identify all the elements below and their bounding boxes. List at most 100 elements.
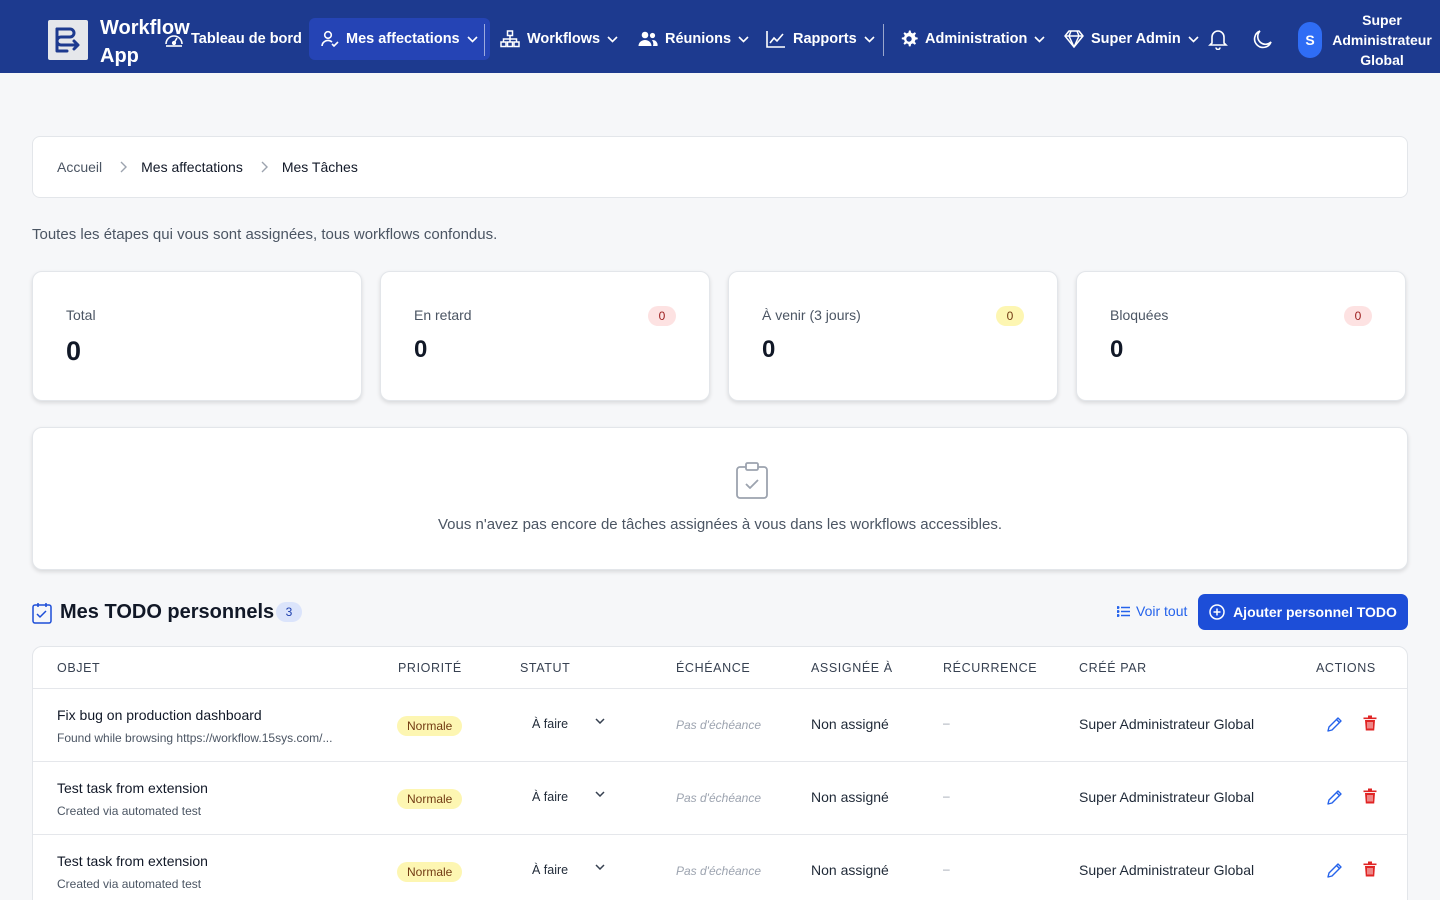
chevron-down-icon[interactable] <box>595 864 605 870</box>
todo-title[interactable]: Test task from extension <box>57 853 208 869</box>
todo-subtitle: Found while browsing https://workflow.15… <box>57 731 333 745</box>
top-navbar: Workflow App Tableau de bord Mes affecta… <box>0 0 1440 73</box>
chevron-down-icon <box>607 35 618 43</box>
trash-icon[interactable] <box>1363 715 1377 731</box>
stat-label: Bloquées <box>1110 307 1169 323</box>
table-row[interactable]: Test task from extension Created via aut… <box>33 761 1407 834</box>
checklist-icon <box>32 603 52 624</box>
todo-subtitle: Created via automated test <box>57 804 202 818</box>
status-select[interactable]: À faire <box>532 863 568 877</box>
nav-dashboard[interactable]: Tableau de bord <box>152 18 314 60</box>
todo-table: OBJET PRIORITÉ STATUT ÉCHÉANCE ASSIGNÉE … <box>32 646 1408 900</box>
recurrence: – <box>943 716 950 730</box>
app-logo[interactable] <box>48 20 88 60</box>
column-header-priority[interactable]: PRIORITÉ <box>398 661 462 675</box>
priority-badge: Normale <box>397 789 463 809</box>
sitemap-icon <box>500 30 520 48</box>
see-all-link[interactable]: Voir tout <box>1117 603 1187 619</box>
avatar[interactable]: S <box>1298 22 1322 58</box>
chart-line-icon <box>766 31 785 48</box>
table-row[interactable]: Test task from extension Created via aut… <box>33 834 1407 900</box>
chevron-down-icon <box>864 35 875 43</box>
pencil-icon[interactable] <box>1327 789 1343 805</box>
page-subtitle: Toutes les étapes qui vous sont assignée… <box>32 226 498 243</box>
see-all-label: Voir tout <box>1136 603 1188 619</box>
table-row[interactable]: Fix bug on production dashboard Found wh… <box>33 688 1407 761</box>
assigned-to: Non assigné <box>811 789 889 805</box>
empty-tasks-panel: Vous n'avez pas encore de tâches assigné… <box>32 427 1408 570</box>
add-todo-button[interactable]: Ajouter personnel TODO <box>1198 594 1408 630</box>
stat-label: Total <box>66 307 96 323</box>
stat-value: 0 <box>762 336 776 363</box>
breadcrumb-home[interactable]: Accueil <box>57 159 102 175</box>
column-header-creator[interactable]: CRÉÉ PAR <box>1079 661 1147 675</box>
chevron-down-icon[interactable] <box>595 718 605 724</box>
nav-divider <box>883 24 884 56</box>
pencil-icon[interactable] <box>1327 716 1343 732</box>
chevron-right-icon <box>261 161 268 173</box>
column-header-due[interactable]: ÉCHÉANCE <box>676 661 750 675</box>
breadcrumb-assignments[interactable]: Mes affectations <box>141 159 243 175</box>
stat-value: 0 <box>1110 336 1124 363</box>
assigned-to: Non assigné <box>811 862 889 878</box>
priority-badge: Normale <box>397 862 463 882</box>
priority-badge: Normale <box>397 716 463 736</box>
nav-workflows[interactable]: Workflows <box>488 18 630 60</box>
stat-card-total: Total 0 <box>32 271 362 401</box>
moon-icon[interactable] <box>1252 28 1274 50</box>
empty-state-text: Vous n'avez pas encore de tâches assigné… <box>437 516 1002 533</box>
gear-icon <box>901 30 918 47</box>
workflow-logo-icon <box>55 27 80 53</box>
stat-card-upcoming: À venir (3 jours) 0 0 <box>728 271 1058 401</box>
user-name[interactable]: Super Administrateur Global <box>1330 10 1434 70</box>
nav-assignments-label: Mes affectations <box>346 31 460 47</box>
todo-count-badge: 3 <box>276 602 302 622</box>
stat-value: 0 <box>66 336 82 366</box>
diamond-icon <box>1064 30 1084 48</box>
column-header-recurrence[interactable]: RÉCURRENCE <box>943 661 1037 675</box>
stat-card-blocked: Bloquées 0 0 <box>1076 271 1406 401</box>
breadcrumb-current: Mes Tâches <box>281 159 358 175</box>
recurrence: – <box>943 789 950 803</box>
status-select[interactable]: À faire <box>532 790 568 804</box>
plus-circle-icon <box>1209 604 1225 620</box>
nav-super-admin[interactable]: Super Admin <box>1052 18 1211 60</box>
nav-divider <box>484 24 485 56</box>
due-date: Pas d'échéance <box>676 718 762 732</box>
nav-administration-label: Administration <box>925 31 1028 47</box>
stat-badge: 0 <box>648 306 676 326</box>
trash-icon[interactable] <box>1363 788 1377 804</box>
nav-meetings[interactable]: Réunions <box>626 18 761 60</box>
stat-badge: 0 <box>996 306 1024 326</box>
assigned-to: Non assigné <box>811 716 889 732</box>
column-header-actions: ACTIONS <box>1316 661 1376 675</box>
stat-value: 0 <box>414 336 428 363</box>
chevron-down-icon <box>1034 35 1045 43</box>
column-header-status[interactable]: STATUT <box>520 661 570 675</box>
stat-label: À venir (3 jours) <box>762 307 861 323</box>
nav-reports[interactable]: Rapports <box>754 18 887 60</box>
due-date: Pas d'échéance <box>676 864 762 878</box>
todo-title[interactable]: Fix bug on production dashboard <box>57 707 262 723</box>
chevron-down-icon <box>467 35 478 43</box>
trash-icon[interactable] <box>1363 861 1377 877</box>
stat-badge: 0 <box>1344 306 1372 326</box>
nav-administration[interactable]: Administration <box>888 18 1057 60</box>
chevron-right-icon <box>120 161 128 173</box>
clipboard-check-icon <box>736 462 768 499</box>
bell-icon[interactable] <box>1208 28 1228 50</box>
nav-workflows-label: Workflows <box>527 31 601 47</box>
column-header-assigned[interactable]: ASSIGNÉE À <box>811 661 893 675</box>
recurrence: – <box>943 862 950 876</box>
nav-assignments[interactable]: Mes affectations <box>309 18 490 60</box>
column-header-object[interactable]: OBJET <box>57 661 100 675</box>
chevron-down-icon[interactable] <box>595 791 605 797</box>
todo-section-title: Mes TODO personnels <box>60 601 275 623</box>
todo-title[interactable]: Test task from extension <box>57 780 208 796</box>
status-select[interactable]: À faire <box>532 717 568 731</box>
created-by: Super Administrateur Global <box>1079 789 1255 805</box>
pencil-icon[interactable] <box>1327 862 1343 878</box>
stat-label: En retard <box>414 307 472 323</box>
chevron-down-icon <box>738 35 749 43</box>
add-todo-label: Ajouter personnel TODO <box>1233 604 1397 620</box>
